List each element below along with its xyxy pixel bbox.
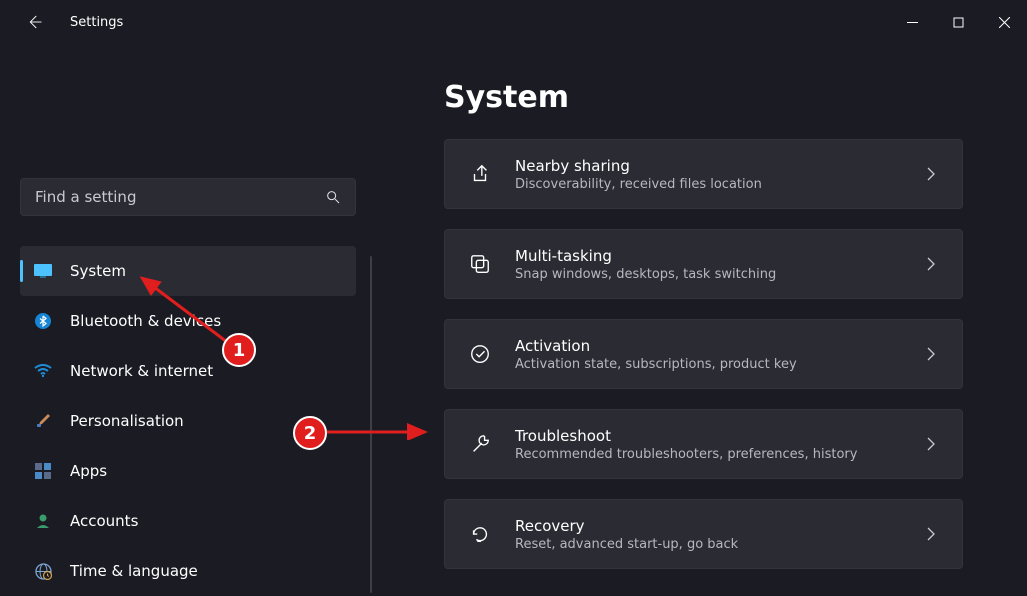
card-multitasking[interactable]: Multi-tasking Snap windows, desktops, ta…: [444, 229, 963, 299]
app-title: Settings: [70, 15, 123, 30]
annotation-arrow-2: [320, 420, 435, 440]
maximize-button[interactable]: [935, 0, 981, 44]
recovery-icon: [469, 523, 491, 545]
main-content: System Nearby sharing Discoverability, r…: [406, 46, 995, 569]
chevron-right-icon: [924, 527, 938, 541]
card-title: Recovery: [515, 517, 900, 535]
search-icon: [325, 189, 341, 205]
sidebar-label: System: [70, 262, 126, 280]
card-subtitle: Snap windows, desktops, task switching: [515, 267, 900, 282]
person-icon: [34, 512, 52, 530]
check-circle-icon: [469, 343, 491, 365]
card-title: Troubleshoot: [515, 427, 900, 445]
sidebar-label: Apps: [70, 462, 107, 480]
window-controls: [889, 0, 1027, 44]
annotation-badge-1: 1: [222, 333, 256, 367]
sidebar-label: Accounts: [70, 512, 138, 530]
back-button[interactable]: [22, 10, 46, 34]
card-title: Nearby sharing: [515, 157, 900, 175]
wrench-icon: [469, 433, 491, 455]
wifi-icon: [34, 362, 52, 380]
bluetooth-icon: [34, 312, 52, 330]
chevron-right-icon: [924, 257, 938, 271]
card-nearby-sharing[interactable]: Nearby sharing Discoverability, received…: [444, 139, 963, 209]
sidebar-item-time-language[interactable]: Time & language: [20, 546, 356, 596]
search-input[interactable]: [20, 178, 356, 216]
brush-icon: [34, 412, 52, 430]
close-button[interactable]: [981, 0, 1027, 44]
sidebar-item-apps[interactable]: Apps: [20, 446, 356, 496]
apps-icon: [34, 462, 52, 480]
chevron-right-icon: [924, 167, 938, 181]
globe-clock-icon: [34, 562, 52, 580]
minimize-button[interactable]: [889, 0, 935, 44]
card-title: Multi-tasking: [515, 247, 900, 265]
sidebar-item-accounts[interactable]: Accounts: [20, 496, 356, 546]
card-recovery[interactable]: Recovery Reset, advanced start-up, go ba…: [444, 499, 963, 569]
sidebar-label: Network & internet: [70, 362, 213, 380]
card-subtitle: Recommended troubleshooters, preferences…: [515, 447, 900, 462]
header: Settings: [0, 0, 1027, 44]
annotation-badge-2: 2: [293, 416, 327, 450]
card-subtitle: Discoverability, received files location: [515, 177, 900, 192]
sidebar-label: Time & language: [70, 562, 198, 580]
card-subtitle: Reset, advanced start-up, go back: [515, 537, 900, 552]
card-subtitle: Activation state, subscriptions, product…: [515, 357, 900, 372]
settings-cards: Nearby sharing Discoverability, received…: [444, 139, 963, 569]
share-icon: [469, 163, 491, 185]
card-troubleshoot[interactable]: Troubleshoot Recommended troubleshooters…: [444, 409, 963, 479]
card-title: Activation: [515, 337, 900, 355]
page-title: System: [444, 80, 963, 115]
card-activation[interactable]: Activation Activation state, subscriptio…: [444, 319, 963, 389]
search-field[interactable]: [35, 188, 325, 206]
monitor-icon: [34, 262, 52, 280]
sidebar-label: Personalisation: [70, 412, 184, 430]
chevron-right-icon: [924, 347, 938, 361]
chevron-right-icon: [924, 437, 938, 451]
windows-icon: [469, 253, 491, 275]
